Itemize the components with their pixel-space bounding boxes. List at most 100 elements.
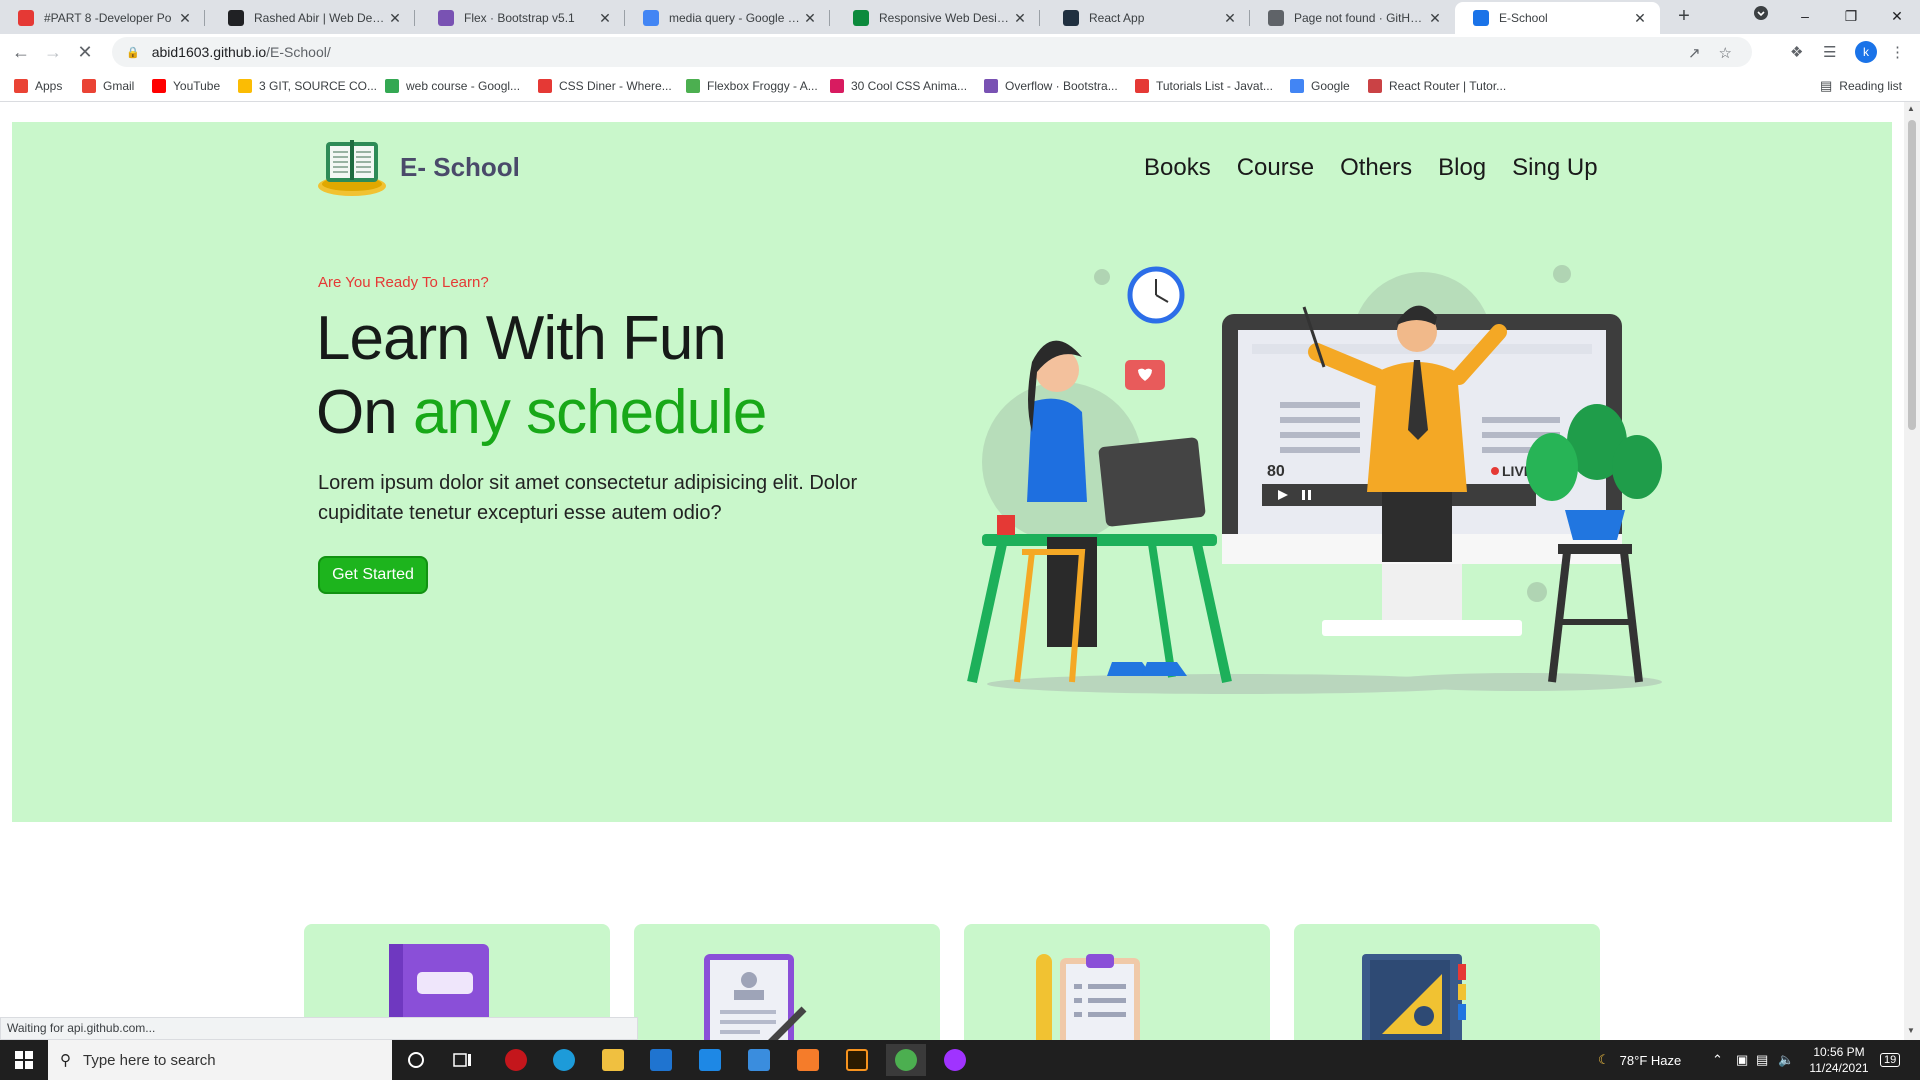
close-tab-icon[interactable]: ✕ xyxy=(387,10,403,27)
stop-loading-icon[interactable]: ✕ xyxy=(73,40,97,64)
nav-course[interactable]: Course xyxy=(1237,154,1314,182)
weather-widget[interactable]: ☾ 78°F Haze xyxy=(1598,1040,1681,1080)
bookmark-label: Gmail xyxy=(103,79,135,93)
bookmark-item[interactable]: 3 GIT, SOURCE CO... xyxy=(238,77,377,95)
scroll-down-arrow-icon[interactable]: ▼ xyxy=(1907,1026,1915,1035)
category-card-2[interactable] xyxy=(634,924,940,1040)
nav-sign-up[interactable]: Sing Up xyxy=(1512,154,1597,182)
bookmark-item[interactable]: CSS Diner - Where... xyxy=(538,77,672,95)
browser-tab[interactable]: E-School ✕ xyxy=(1455,2,1660,34)
google-icon xyxy=(643,10,659,26)
nav-books[interactable]: Books xyxy=(1144,154,1211,182)
browser-tab-strip: #PART 8 -Developer Po ✕ Rashed Abir | Web … xyxy=(0,0,1920,34)
forward-icon[interactable]: → xyxy=(41,40,65,64)
address-bar[interactable]: 🔒 abid1603.github.io/E-School/ ↗ ☆ xyxy=(112,37,1752,67)
bookmark-item[interactable]: Gmail xyxy=(82,77,134,95)
react-icon xyxy=(1063,10,1079,26)
browser-tab[interactable]: #PART 8 -Developer Po ✕ xyxy=(0,2,205,34)
edge-icon[interactable] xyxy=(544,1044,584,1076)
minimize-button[interactable]: – xyxy=(1782,0,1828,34)
bookmark-item[interactable]: React Router | Tutor... xyxy=(1368,77,1506,95)
browser-tab[interactable]: media query - Google Sear ✕ xyxy=(625,2,830,34)
tab-title: #PART 8 -Developer Po xyxy=(44,11,172,25)
reading-list-button[interactable]: ▤ Reading list xyxy=(1820,77,1902,95)
category-card-4[interactable] xyxy=(1294,924,1600,1040)
bookmark-favicon-icon xyxy=(14,79,28,93)
profile-avatar[interactable]: k xyxy=(1855,40,1877,64)
show-hidden-icons-icon[interactable]: ⌃ xyxy=(1712,1040,1723,1080)
tab-search-button[interactable] xyxy=(1738,0,1784,34)
lock-icon: 🔒 xyxy=(126,46,140,59)
opera-icon[interactable] xyxy=(496,1044,536,1076)
network-icon[interactable]: ▤ xyxy=(1756,1040,1768,1080)
taskbar-search-box[interactable]: ⚲ Type here to search xyxy=(48,1040,392,1080)
close-tab-icon[interactable]: ✕ xyxy=(1632,10,1648,27)
back-icon[interactable]: ← xyxy=(9,40,33,64)
bookmark-item[interactable]: 30 Cool CSS Anima... xyxy=(830,77,967,95)
bookmark-star-icon[interactable]: ☆ xyxy=(1719,44,1732,62)
bookmark-item[interactable]: Overflow · Bootstra... xyxy=(984,77,1118,95)
vscode-icon[interactable] xyxy=(690,1044,730,1076)
taskbar-clock[interactable]: 10:56 PM 11/24/2021 xyxy=(1802,1044,1876,1076)
meet-now-icon[interactable]: ▣ xyxy=(1736,1040,1748,1080)
category-card-3[interactable] xyxy=(964,924,1270,1040)
tab-title: Page not found · GitHub P xyxy=(1294,11,1427,25)
bookmark-label: React Router | Tutor... xyxy=(1389,79,1507,93)
windows-taskbar: ⚲ Type here to search ☾ 78°F Haze ⌃ ▣ ▤ … xyxy=(0,1040,1920,1080)
moon-icon: ☾ xyxy=(1598,1052,1610,1067)
browser-tab[interactable]: Rashed Abir | Web Develop ✕ xyxy=(210,2,415,34)
nav-blog[interactable]: Blog xyxy=(1438,154,1486,182)
illustrator-icon[interactable] xyxy=(837,1044,877,1076)
bookmark-label: Google xyxy=(1311,79,1350,93)
task-view-icon[interactable] xyxy=(443,1044,483,1076)
globe-icon xyxy=(1268,10,1284,26)
browser-tab[interactable]: React App ✕ xyxy=(1045,2,1250,34)
close-tab-icon[interactable]: ✕ xyxy=(1222,10,1238,27)
bookmark-item[interactable]: Tutorials List - Javat... xyxy=(1135,77,1273,95)
volume-icon[interactable]: 🔈 xyxy=(1778,1040,1794,1080)
bookmark-item[interactable]: YouTube xyxy=(152,77,220,95)
loading-icon xyxy=(1473,10,1489,26)
get-started-button[interactable]: Get Started xyxy=(318,556,428,594)
bookmark-favicon-icon xyxy=(1290,79,1304,93)
tab-title: E-School xyxy=(1499,11,1548,25)
search-icon: ⚲ xyxy=(60,1052,71,1069)
close-tab-icon[interactable]: ✕ xyxy=(1012,10,1028,27)
close-tab-icon[interactable]: ✕ xyxy=(1427,10,1443,27)
share-icon[interactable]: ↗ xyxy=(1688,44,1701,62)
cortana-icon[interactable] xyxy=(396,1044,436,1076)
store-icon[interactable] xyxy=(739,1044,779,1076)
extensions-icon[interactable]: ❖ xyxy=(1790,40,1803,64)
close-tab-icon[interactable]: ✕ xyxy=(177,10,193,27)
windows-start-icon[interactable] xyxy=(4,1044,44,1076)
bookmark-item[interactable]: web course - Googl... xyxy=(385,77,520,95)
bookmark-favicon-icon xyxy=(538,79,552,93)
tab-title: Responsive Web Design M xyxy=(879,11,1012,25)
xampp-icon[interactable] xyxy=(788,1044,828,1076)
scrollbar-thumb[interactable] xyxy=(1908,120,1916,430)
messenger-icon[interactable] xyxy=(935,1044,975,1076)
main-nav: Books Course Others Blog Sing Up xyxy=(1144,154,1598,182)
media-queue-icon[interactable]: ☰ xyxy=(1823,40,1836,64)
restore-button[interactable]: ❐ xyxy=(1828,0,1874,34)
menu-kebab-icon[interactable]: ⋮ xyxy=(1890,40,1905,64)
browser-tab[interactable]: Page not found · GitHub P ✕ xyxy=(1250,2,1455,34)
close-tab-icon[interactable]: ✕ xyxy=(597,10,613,27)
mail-icon[interactable] xyxy=(641,1044,681,1076)
page-scrollbar[interactable]: ▲ ▼ xyxy=(1904,102,1920,1040)
new-tab-button[interactable]: + xyxy=(1672,5,1696,29)
bookmark-item[interactable]: Flexbox Froggy - A... xyxy=(686,77,818,95)
brand-logo[interactable]: E- School xyxy=(316,136,520,198)
bookmark-item[interactable]: Google xyxy=(1290,77,1350,95)
browser-tab[interactable]: Responsive Web Design M ✕ xyxy=(835,2,1040,34)
nav-others[interactable]: Others xyxy=(1340,154,1412,182)
notifications-icon[interactable]: 19 xyxy=(1880,1040,1901,1080)
bookmark-favicon-icon xyxy=(238,79,252,93)
file-explorer-icon[interactable] xyxy=(593,1044,633,1076)
bookmark-item[interactable]: Apps xyxy=(14,77,62,95)
scroll-up-arrow-icon[interactable]: ▲ xyxy=(1907,104,1915,113)
close-tab-icon[interactable]: ✕ xyxy=(802,10,818,27)
chrome-icon[interactable] xyxy=(886,1044,926,1076)
close-window-button[interactable]: ✕ xyxy=(1874,0,1920,34)
browser-tab[interactable]: Flex · Bootstrap v5.1 ✕ xyxy=(420,2,625,34)
